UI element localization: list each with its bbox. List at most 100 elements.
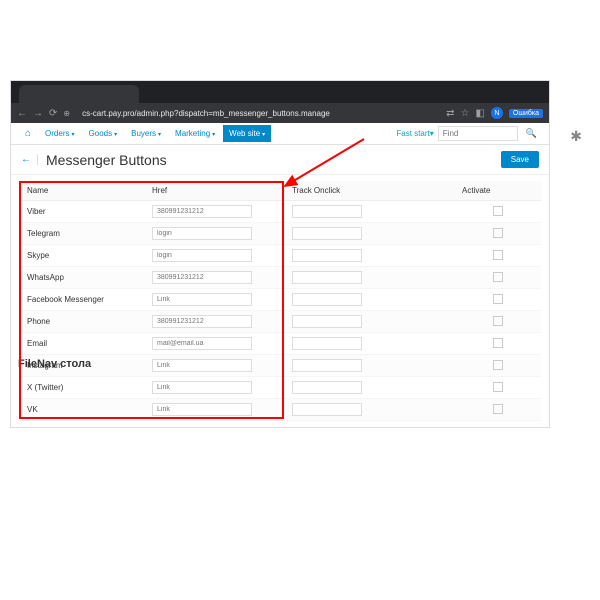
cell-track bbox=[284, 245, 454, 267]
activate-checkbox[interactable] bbox=[493, 404, 503, 414]
cell-href bbox=[144, 223, 284, 245]
menu-orders[interactable]: Orders▾ bbox=[39, 125, 80, 142]
translate-icon[interactable]: ⇄ bbox=[446, 108, 454, 119]
href-input[interactable] bbox=[152, 403, 252, 416]
activate-checkbox[interactable] bbox=[493, 316, 503, 326]
cell-name: VK bbox=[19, 399, 144, 421]
table-row: Phone bbox=[19, 311, 541, 333]
bookmark-icon[interactable]: ☆ bbox=[460, 108, 469, 119]
lock-icon: ⊕ bbox=[63, 109, 70, 118]
th-href: Href bbox=[144, 181, 284, 201]
track-input[interactable] bbox=[292, 381, 362, 394]
cell-activate bbox=[454, 223, 541, 245]
save-button[interactable]: Save bbox=[501, 151, 539, 168]
table-row: X (Twitter) bbox=[19, 377, 541, 399]
cell-name: Telegram bbox=[19, 223, 144, 245]
cell-href bbox=[144, 355, 284, 377]
cell-href bbox=[144, 289, 284, 311]
table-row: VK bbox=[19, 399, 541, 421]
cell-track bbox=[284, 267, 454, 289]
avatar[interactable]: N bbox=[491, 107, 503, 119]
href-input[interactable] bbox=[152, 293, 252, 306]
cell-activate bbox=[454, 399, 541, 421]
cell-track bbox=[284, 311, 454, 333]
cell-track bbox=[284, 201, 454, 223]
href-input[interactable] bbox=[152, 227, 252, 240]
table-row: Skype bbox=[19, 245, 541, 267]
cell-activate bbox=[454, 267, 541, 289]
activate-checkbox[interactable] bbox=[493, 272, 503, 282]
table-row: Viber bbox=[19, 201, 541, 223]
table-row: Email bbox=[19, 333, 541, 355]
track-input[interactable] bbox=[292, 271, 362, 284]
cell-name: Email bbox=[19, 333, 144, 355]
cell-href bbox=[144, 333, 284, 355]
table-container: Name Href Track Onclick Activate ViberTe… bbox=[19, 181, 541, 421]
activate-checkbox[interactable] bbox=[493, 206, 503, 216]
cell-href bbox=[144, 201, 284, 223]
track-input[interactable] bbox=[292, 337, 362, 350]
back-icon[interactable]: ← bbox=[17, 108, 27, 119]
activate-checkbox[interactable] bbox=[493, 294, 503, 304]
reload-icon[interactable]: ⟳ bbox=[49, 108, 57, 119]
url-text[interactable]: cs-cart.pay.pro/admin.php?dispatch=mb_me… bbox=[76, 109, 440, 118]
menu-website[interactable]: Web site▾ bbox=[223, 125, 271, 142]
bug-icon: ✱ bbox=[570, 128, 582, 145]
table-row: Telegram bbox=[19, 223, 541, 245]
page-title: Messenger Buttons bbox=[46, 152, 167, 168]
track-input[interactable] bbox=[292, 227, 362, 240]
forward-icon[interactable]: → bbox=[33, 108, 43, 119]
menu-buyers[interactable]: Buyers▾ bbox=[125, 125, 167, 142]
href-input[interactable] bbox=[152, 205, 252, 218]
cell-name: Phone bbox=[19, 311, 144, 333]
filenav-label: FileNav стола bbox=[18, 358, 91, 370]
cell-track bbox=[284, 289, 454, 311]
cell-name: Facebook Messenger bbox=[19, 289, 144, 311]
cell-href bbox=[144, 377, 284, 399]
cell-track bbox=[284, 355, 454, 377]
menu-goods[interactable]: Goods▾ bbox=[83, 125, 124, 142]
fast-start-link[interactable]: Fast start▾ bbox=[396, 129, 433, 138]
cell-href bbox=[144, 267, 284, 289]
messenger-table: Name Href Track Onclick Activate ViberTe… bbox=[19, 181, 541, 421]
search-input[interactable] bbox=[438, 126, 518, 141]
track-input[interactable] bbox=[292, 359, 362, 372]
table-row: Instagram bbox=[19, 355, 541, 377]
href-input[interactable] bbox=[152, 271, 252, 284]
href-input[interactable] bbox=[152, 315, 252, 328]
href-input[interactable] bbox=[152, 381, 252, 394]
cell-track bbox=[284, 223, 454, 245]
activate-checkbox[interactable] bbox=[493, 250, 503, 260]
track-input[interactable] bbox=[292, 293, 362, 306]
activate-checkbox[interactable] bbox=[493, 360, 503, 370]
track-input[interactable] bbox=[292, 315, 362, 328]
error-button[interactable]: Ошибка bbox=[509, 109, 543, 118]
cell-track bbox=[284, 399, 454, 421]
cell-name: Viber bbox=[19, 201, 144, 223]
cell-track bbox=[284, 377, 454, 399]
th-track: Track Onclick bbox=[284, 181, 454, 201]
activate-checkbox[interactable] bbox=[493, 338, 503, 348]
track-input[interactable] bbox=[292, 205, 362, 218]
home-icon[interactable]: ⌂ bbox=[19, 128, 37, 139]
activate-checkbox[interactable] bbox=[493, 382, 503, 392]
cell-activate bbox=[454, 311, 541, 333]
track-input[interactable] bbox=[292, 403, 362, 416]
track-input[interactable] bbox=[292, 249, 362, 262]
activate-checkbox[interactable] bbox=[493, 228, 503, 238]
href-input[interactable] bbox=[152, 359, 252, 372]
browser-tabbar bbox=[11, 81, 549, 103]
href-input[interactable] bbox=[152, 337, 252, 350]
extensions-icon[interactable]: ◧ bbox=[475, 108, 484, 119]
back-button[interactable]: ← bbox=[21, 154, 38, 165]
search-icon[interactable]: 🔍 bbox=[522, 126, 541, 141]
href-input[interactable] bbox=[152, 249, 252, 262]
cell-href bbox=[144, 399, 284, 421]
menu-marketing[interactable]: Marketing▾ bbox=[169, 125, 221, 142]
page-header: ← Messenger Buttons Save bbox=[11, 145, 549, 175]
cell-href bbox=[144, 311, 284, 333]
cell-name: Skype bbox=[19, 245, 144, 267]
browser-tab[interactable] bbox=[19, 85, 139, 103]
cell-name: X (Twitter) bbox=[19, 377, 144, 399]
cell-track bbox=[284, 333, 454, 355]
